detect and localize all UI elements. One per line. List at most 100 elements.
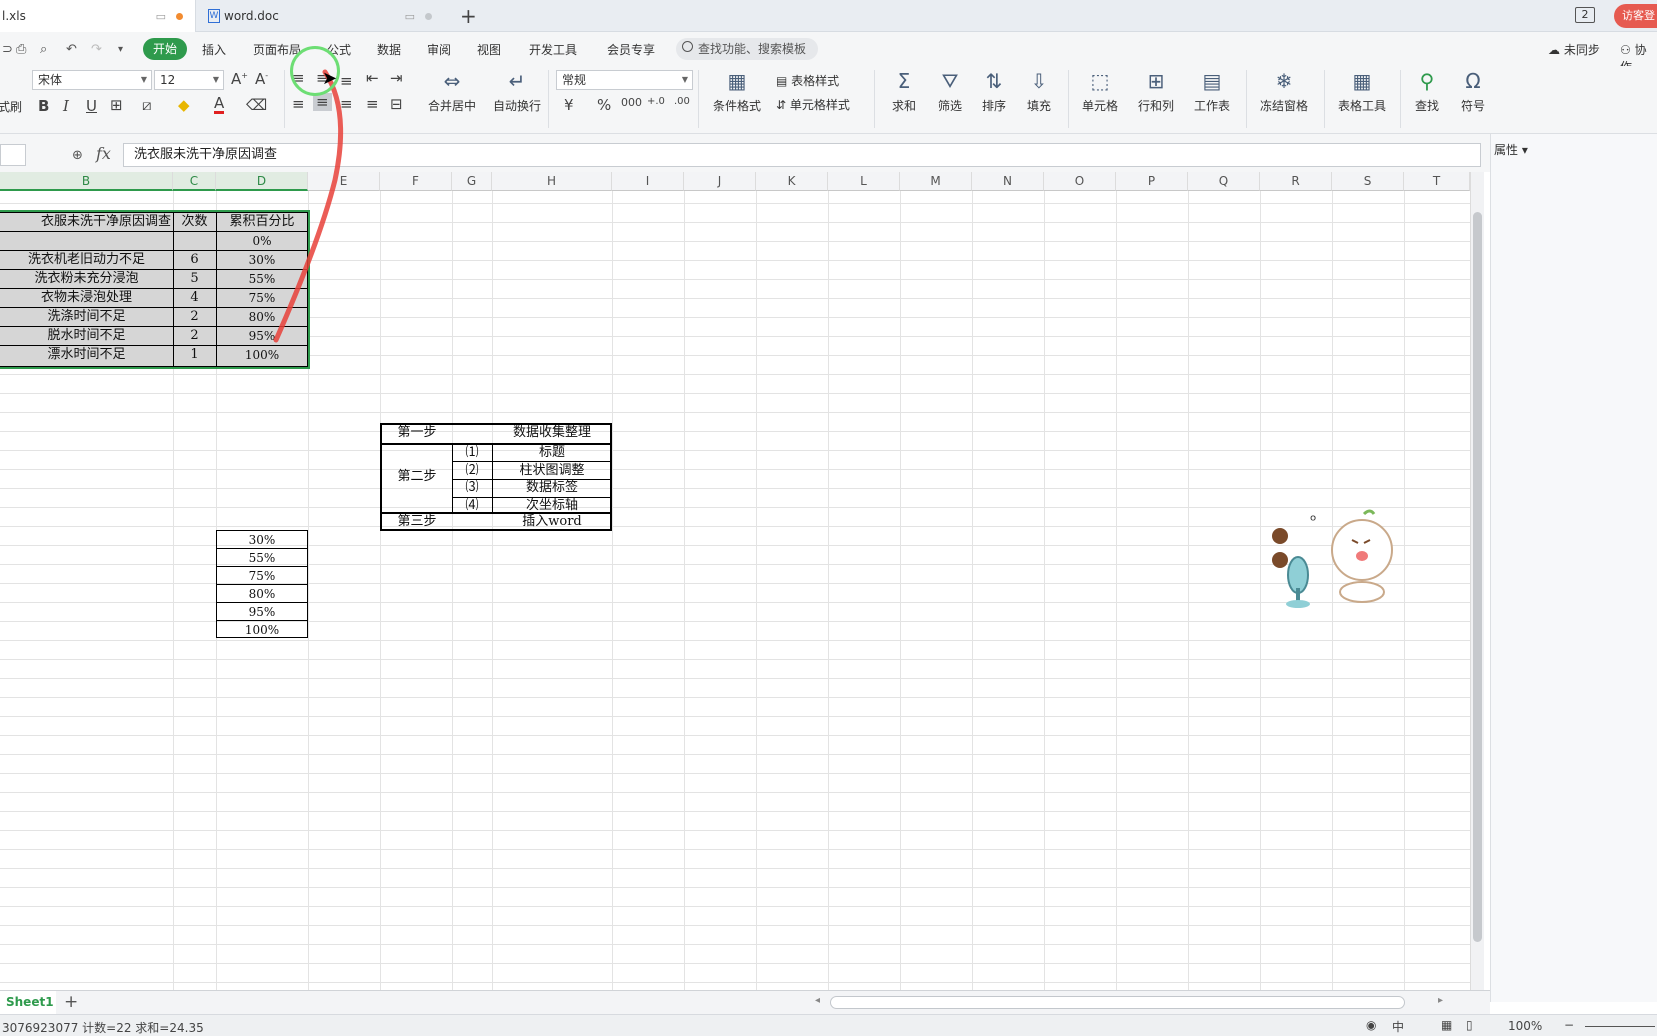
pct-list-cell[interactable]: 80% — [216, 585, 308, 603]
survey-cell-reason[interactable]: 漂水时间不足 — [0, 346, 173, 364]
cell-style-button[interactable]: ⇵ 单元格样式 — [776, 96, 850, 113]
survey-cell-pct[interactable]: 95% — [216, 327, 308, 345]
survey-cell-reason[interactable]: 脱水时间不足 — [0, 327, 173, 345]
cell-fill-icon[interactable]: ⧄ — [142, 96, 152, 114]
column-header-h[interactable]: H — [492, 172, 612, 191]
thousands-icon[interactable]: 000 — [621, 96, 642, 109]
page-view-icon[interactable]: ▯ — [1466, 1018, 1473, 1032]
undo-icon[interactable]: ↶ — [66, 42, 77, 57]
step2-item-num[interactable]: ⑶ — [452, 479, 492, 497]
tab-word[interactable]: W word.doc ▭ — [198, 0, 444, 32]
column-header-i[interactable]: I — [612, 172, 684, 191]
symbol-button[interactable]: Ω 符号 — [1452, 68, 1494, 114]
step1-content[interactable]: 数据收集整理 — [492, 424, 612, 442]
column-header-g[interactable]: G — [452, 172, 492, 191]
scroll-right-icon[interactable]: ▸ — [1438, 995, 1443, 1006]
column-header-m[interactable]: M — [900, 172, 972, 191]
table-style-button[interactable]: ▤ 表格样式 — [776, 72, 839, 89]
redo-icon[interactable]: ↷ — [91, 42, 102, 57]
cell-button[interactable]: ⬚ 单元格 — [1074, 68, 1126, 114]
distributed-icon[interactable]: ⊟ — [390, 95, 403, 113]
step2-item-num[interactable]: ⑵ — [452, 462, 492, 480]
bold-icon[interactable]: B — [38, 97, 49, 115]
align-left-icon[interactable]: ≡ — [292, 95, 305, 113]
survey-cell-pct[interactable]: 30% — [216, 251, 308, 269]
customize-dropdown-icon[interactable]: ▾ — [118, 44, 123, 55]
indent-increase-icon[interactable]: ⇥ — [390, 69, 403, 87]
print-preview-icon[interactable]: ⌕ — [40, 42, 47, 57]
survey-cell-pct[interactable]: 80% — [216, 308, 308, 326]
menu-insert[interactable]: 插入 — [202, 41, 226, 58]
visitor-login-button[interactable]: 访客登 — [1614, 4, 1657, 28]
menu-member[interactable]: 会员专享 — [607, 41, 655, 58]
sort-button[interactable]: ⇅ 排序 — [974, 68, 1014, 114]
menu-data[interactable]: 数据 — [377, 41, 401, 58]
eye-protection-icon[interactable]: ◉ — [1366, 1018, 1376, 1032]
decrease-decimal-icon[interactable]: .00 — [674, 96, 690, 107]
step2-item-text[interactable]: 数据标签 — [492, 479, 612, 497]
fill-button[interactable]: ⇩ 填充 — [1019, 68, 1059, 114]
survey-cell-pct[interactable]: 55% — [216, 270, 308, 288]
percent-icon[interactable]: % — [597, 96, 611, 114]
align-bottom-icon[interactable]: ≡ — [340, 72, 353, 90]
font-color-icon[interactable]: A — [214, 96, 225, 114]
column-header-s[interactable]: S — [1332, 172, 1404, 191]
step2-item-num[interactable]: ⑴ — [452, 444, 492, 462]
column-header-r[interactable]: R — [1260, 172, 1332, 191]
highlight-icon[interactable]: ◆ — [178, 96, 190, 114]
currency-icon[interactable]: ¥ — [564, 96, 574, 114]
survey-cell-count[interactable]: 6 — [173, 251, 216, 269]
column-header-o[interactable]: O — [1044, 172, 1116, 191]
survey-cell-pct-zero[interactable]: 0% — [216, 232, 308, 250]
font-size-select[interactable]: 12 ▼ — [154, 70, 224, 90]
survey-cell-reason[interactable]: 洗涤时间不足 — [0, 308, 173, 326]
column-header-b[interactable]: B — [0, 172, 173, 191]
indent-decrease-icon[interactable]: ⇤ — [366, 69, 379, 87]
step2-item-num[interactable]: ⑷ — [452, 497, 492, 515]
sum-button[interactable]: Σ 求和 — [884, 68, 924, 114]
column-header-n[interactable]: N — [972, 172, 1044, 191]
tab-xls[interactable]: l.xls ▭ — [0, 0, 196, 32]
close-dot-icon[interactable] — [425, 12, 432, 20]
decrease-font-icon[interactable]: A- — [255, 70, 268, 88]
input-method-icon[interactable]: 中 — [1392, 1018, 1404, 1035]
find-button[interactable]: ⚲ 查找 — [1406, 68, 1448, 114]
zoom-magnifier-icon[interactable]: ⊕ — [72, 148, 83, 163]
cloud-sync-status[interactable]: ☁ 未同步 — [1548, 41, 1600, 58]
pct-list-cell[interactable]: 100% — [216, 621, 308, 639]
step2-item-text[interactable]: 标题 — [492, 444, 612, 462]
survey-header-count[interactable]: 次数 — [173, 213, 216, 231]
open-icon[interactable]: ⊃ — [2, 42, 13, 57]
step3-label[interactable]: 第三步 — [382, 513, 452, 531]
column-header-t[interactable]: T — [1404, 172, 1470, 191]
name-box[interactable] — [0, 144, 26, 166]
step2-label[interactable]: 第二步 — [382, 468, 452, 486]
zoom-out-icon[interactable]: − — [1564, 1018, 1574, 1032]
zoom-slider[interactable] — [1585, 1026, 1655, 1027]
step1-label[interactable]: 第一步 — [382, 424, 452, 442]
spreadsheet-grid[interactable]: B C D E F G H I J K L M N O P Q R S T 衣服… — [0, 172, 1470, 992]
column-header-p[interactable]: P — [1116, 172, 1188, 191]
scroll-left-icon[interactable]: ◂ — [815, 995, 820, 1006]
row-col-button[interactable]: ⊞ 行和列 — [1130, 68, 1182, 114]
pct-list-cell[interactable]: 95% — [216, 603, 308, 621]
column-header-d[interactable]: D — [216, 172, 308, 191]
eraser-icon[interactable]: ⌫ — [246, 96, 267, 114]
underline-icon[interactable]: U — [86, 97, 97, 115]
monitor-icon[interactable]: ▭ — [156, 10, 166, 23]
menu-developer[interactable]: 开发工具 — [529, 41, 577, 58]
merge-center-button[interactable]: ⇔ 合并居中 — [422, 68, 482, 114]
number-format-select[interactable]: 常规 ▼ — [556, 70, 693, 90]
zoom-level[interactable]: 100% — [1508, 1019, 1542, 1033]
survey-cell-reason[interactable]: 洗衣粉未充分浸泡 — [0, 270, 173, 288]
survey-cell-count[interactable]: 4 — [173, 289, 216, 307]
survey-cell-count[interactable]: 2 — [173, 327, 216, 345]
column-header-q[interactable]: Q — [1188, 172, 1260, 191]
column-header-e[interactable]: E — [308, 172, 380, 191]
monitor-icon[interactable]: ▭ — [405, 10, 415, 23]
step2-item-text[interactable]: 柱状图调整 — [492, 462, 612, 480]
conditional-format-button[interactable]: ▦ 条件格式 — [706, 68, 768, 114]
survey-cell-count[interactable]: 5 — [173, 270, 216, 288]
window-count-badge[interactable]: 2 — [1575, 7, 1595, 23]
survey-cell-count[interactable]: 2 — [173, 308, 216, 326]
